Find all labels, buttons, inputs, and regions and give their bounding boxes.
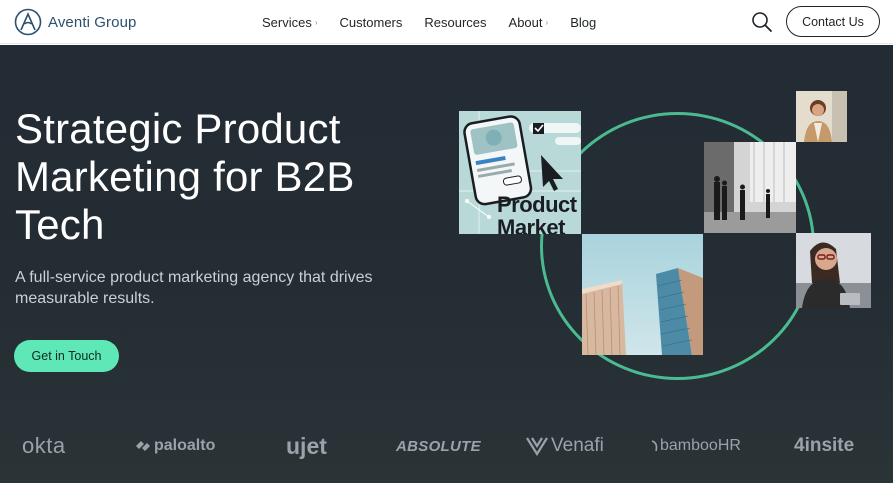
logo-okta: okta [22, 433, 66, 458]
hero-headline: Strategic Product Marketing for B2B Tech [15, 105, 355, 248]
nav-services-label: Services [262, 14, 312, 30]
customer-logos: okta paloalto ujet ABSOLUTE Venafi bambo… [0, 431, 893, 461]
brand-logo[interactable]: Aventi Group [14, 8, 136, 36]
logo-absolute: ABSOLUTE [396, 437, 481, 455]
hero-subtitle: A full-service product marketing agency … [15, 269, 373, 307]
nav-blog[interactable]: Blog [570, 15, 596, 30]
search-icon[interactable] [750, 10, 774, 34]
crowd-photo-image [704, 142, 796, 233]
skyscraper-image [582, 234, 703, 355]
logo-bamboohr: bambooHR [650, 431, 741, 461]
logo-bamboohr-text: bambooHR [660, 437, 741, 454]
product-marketing-image: Product Market [459, 111, 581, 234]
nav-customers[interactable]: Customers [340, 15, 403, 30]
nav-about[interactable]: About › [509, 15, 549, 30]
tile-text-product: Product [497, 192, 577, 217]
paloalto-icon [136, 441, 150, 451]
logo-ujet: ujet [286, 432, 327, 459]
top-navigation: Aventi Group Services › Customers Resour… [0, 0, 893, 44]
brand-name: Aventi Group [48, 13, 137, 31]
contact-us-button[interactable]: Contact Us [786, 6, 880, 37]
nav-resources[interactable]: Resources [424, 15, 486, 30]
nav-about-label: About [508, 14, 543, 30]
logo-4insite: 4insite [794, 435, 855, 456]
woman-glasses-image [796, 233, 871, 308]
nav-services[interactable]: Services › [262, 15, 318, 30]
logo-venafi: Venafi [526, 431, 604, 461]
main-menu: Services › Customers Resources About › B… [262, 0, 618, 44]
hero-section: Strategic Product Marketing for B2B Tech… [0, 45, 893, 483]
nav-customers-label: Customers [339, 14, 403, 30]
chevron-down-icon: › [314, 18, 318, 27]
venafi-icon [526, 437, 548, 456]
nav-blog-label: Blog [570, 14, 597, 30]
logo-paloalto: paloalto [134, 431, 215, 461]
logo-venafi-text: Venafi [551, 435, 604, 456]
bamboohr-leaf-icon [651, 440, 658, 452]
chevron-down-icon: › [545, 18, 549, 27]
logo-paloalto-text: paloalto [154, 437, 216, 454]
aventi-logo-icon [14, 8, 42, 36]
get-in-touch-button[interactable]: Get in Touch [14, 340, 119, 372]
tile-text-market: Market [497, 215, 565, 234]
woman-smiling-image [796, 91, 847, 142]
nav-resources-label: Resources [424, 14, 487, 30]
